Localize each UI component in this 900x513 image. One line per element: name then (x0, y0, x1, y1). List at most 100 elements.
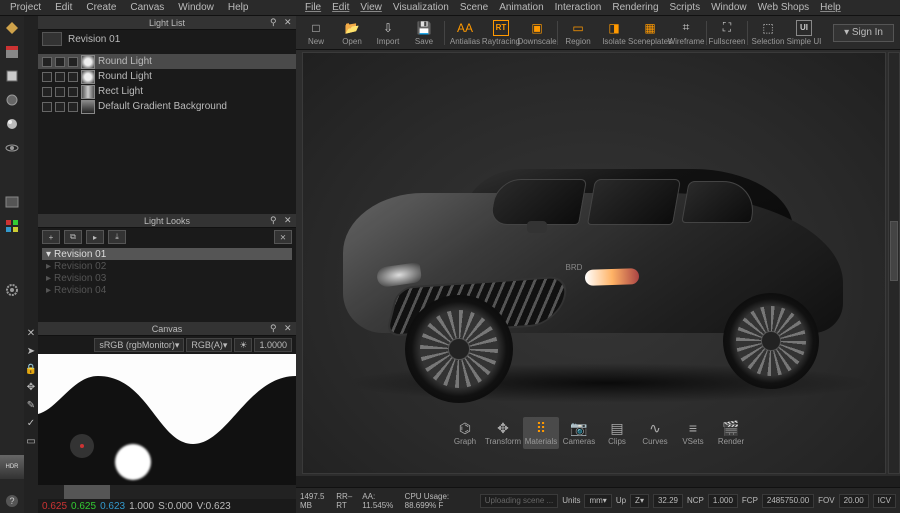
pin-icon[interactable]: ⚲ (270, 17, 280, 27)
sign-in-button[interactable]: ▾ Sign In (833, 24, 894, 42)
light-toggle-b[interactable] (68, 102, 78, 112)
gutter-pointer-icon[interactable]: ➤ (24, 344, 38, 358)
vtb-graph-button[interactable]: ⌬Graph (447, 417, 483, 449)
looks-rb-icon[interactable]: ⤓ (108, 230, 126, 244)
look-item-3[interactable]: ▸Revision 04 (42, 284, 292, 296)
close-icon[interactable]: ✕ (284, 215, 294, 225)
tool-image-icon[interactable] (0, 190, 24, 214)
menu-file[interactable]: File (300, 2, 326, 13)
viewport-scrollbar[interactable] (888, 52, 900, 474)
menu-rendering[interactable]: Rendering (607, 2, 663, 13)
light-toggle-a[interactable] (55, 72, 65, 82)
light-checkbox[interactable] (42, 72, 52, 82)
light-toggle-b[interactable] (68, 87, 78, 97)
look-item-1[interactable]: ▸Revision 02 (42, 260, 292, 272)
looks-rt-icon[interactable]: ▸ (86, 230, 104, 244)
scroll-thumb[interactable] (890, 221, 898, 281)
tb-open-button[interactable]: 📂Open (334, 17, 370, 49)
exposure-value[interactable]: 1.0000 (254, 338, 292, 352)
menu-webshops[interactable]: Web Shops (753, 2, 815, 13)
menu-window-left[interactable]: Window (172, 2, 220, 13)
fov-value[interactable]: 20.00 (839, 494, 869, 508)
tb-wireframe-button[interactable]: ⌗Wireframe (668, 17, 704, 49)
close-icon[interactable]: ✕ (284, 17, 294, 27)
viewport-canvas[interactable]: BRD (302, 52, 886, 474)
fcp-value[interactable]: 2485750.00 (762, 494, 814, 508)
looks-dup-icon[interactable]: ⧉ (64, 230, 82, 244)
tool-hdr-icon[interactable]: HDR (0, 455, 24, 479)
canvas-timeline[interactable] (38, 485, 296, 499)
tool-palette-icon[interactable] (0, 214, 24, 238)
looks-add-icon[interactable]: + (42, 230, 60, 244)
gutter-lock-icon[interactable]: 🔒 (24, 362, 38, 376)
menu-canvas[interactable]: Canvas (124, 2, 170, 13)
light-checkbox[interactable] (42, 57, 52, 67)
menu-project[interactable]: Project (4, 2, 47, 13)
revision-row[interactable]: Revision 01 (38, 30, 296, 48)
menu-scene[interactable]: Scene (455, 2, 493, 13)
light-item-3[interactable]: Default Gradient Background (38, 99, 296, 114)
gutter-move-icon[interactable]: ✥ (24, 380, 38, 394)
vtb-transform-button[interactable]: ✥Transform (485, 417, 521, 449)
light-toggle-b[interactable] (68, 72, 78, 82)
tb-raytracing-button[interactable]: RTRaytracing (483, 17, 519, 49)
light-toggle-b[interactable] (68, 57, 78, 67)
vtb-materials-button[interactable]: ⠿Materials (523, 417, 559, 449)
canvas-preview[interactable] (38, 354, 296, 485)
tool-gear-icon[interactable] (0, 278, 24, 302)
tb-region-button[interactable]: ▭Region (560, 17, 596, 49)
light-checkbox[interactable] (42, 87, 52, 97)
light-toggle-a[interactable] (55, 102, 65, 112)
light-toggle-a[interactable] (55, 87, 65, 97)
ncp-value[interactable]: 1.000 (708, 494, 738, 508)
tb-fullscreen-button[interactable]: ⛶Fullscreen (709, 17, 745, 49)
light-item-0[interactable]: Round Light (38, 54, 296, 69)
gutter-collapse-icon[interactable]: ✕ (24, 326, 38, 340)
gutter-rect-icon[interactable]: ▭ (24, 434, 38, 448)
tb-antialias-button[interactable]: AAAntialias (447, 17, 483, 49)
light-checkbox[interactable] (42, 102, 52, 112)
menu-window[interactable]: Window (706, 2, 752, 13)
menu-visualization[interactable]: Visualization (388, 2, 454, 13)
light-item-1[interactable]: Round Light (38, 69, 296, 84)
tb-import-button[interactable]: ⇩Import (370, 17, 406, 49)
tool-swatch-icon[interactable] (0, 40, 24, 64)
spinner-value[interactable]: 32.29 (653, 494, 683, 508)
vtb-render-button[interactable]: 🎬Render (713, 417, 749, 449)
menu-view[interactable]: View (355, 2, 387, 13)
gutter-pen-icon[interactable]: ✎ (24, 398, 38, 412)
close-icon[interactable]: ✕ (284, 323, 294, 333)
tool-cube-icon[interactable] (0, 64, 24, 88)
tool-circle-icon[interactable] (0, 88, 24, 112)
tool-sphere-icon[interactable] (0, 112, 24, 136)
icv-button[interactable]: ICV (873, 494, 896, 508)
menu-animation[interactable]: Animation (494, 2, 548, 13)
pin-icon[interactable]: ⚲ (270, 215, 280, 225)
units-dropdown[interactable]: mm ▾ (584, 494, 611, 508)
tb-isolate-button[interactable]: ◨Isolate (596, 17, 632, 49)
colorspace-dropdown[interactable]: sRGB (rgbMonitor) ▾ (94, 338, 184, 352)
tool-eye-icon[interactable] (0, 136, 24, 160)
menu-create[interactable]: Create (80, 2, 122, 13)
tool-diamond-icon[interactable] (0, 16, 24, 40)
menu-scripts[interactable]: Scripts (665, 2, 706, 13)
menu-edit[interactable]: Edit (327, 2, 354, 13)
timeline-handle[interactable] (64, 485, 110, 499)
light-toggle-a[interactable] (55, 57, 65, 67)
menu-edit-left[interactable]: Edit (49, 2, 78, 13)
tool-help-icon[interactable]: ? (0, 489, 24, 513)
vtb-cameras-button[interactable]: 📷Cameras (561, 417, 597, 449)
sun-icon[interactable]: ☀ (234, 338, 252, 352)
tb-simpleui-button[interactable]: UISimple UI (786, 17, 822, 49)
menu-interaction[interactable]: Interaction (550, 2, 607, 13)
look-item-2[interactable]: ▸Revision 03 (42, 272, 292, 284)
tb-sceneplates-button[interactable]: ▦Sceneplates (632, 17, 668, 49)
pin-icon[interactable]: ⚲ (270, 323, 280, 333)
channels-dropdown[interactable]: RGB(A) ▾ (186, 338, 232, 352)
vtb-clips-button[interactable]: ▤Clips (599, 417, 635, 449)
look-item-0[interactable]: ▾Revision 01 (42, 248, 292, 260)
looks-del-icon[interactable]: ⨯ (274, 230, 292, 244)
light-item-2[interactable]: Rect Light (38, 84, 296, 99)
tb-new-button[interactable]: □New (298, 17, 334, 49)
tb-selection-button[interactable]: ⬚Selection (750, 17, 786, 49)
